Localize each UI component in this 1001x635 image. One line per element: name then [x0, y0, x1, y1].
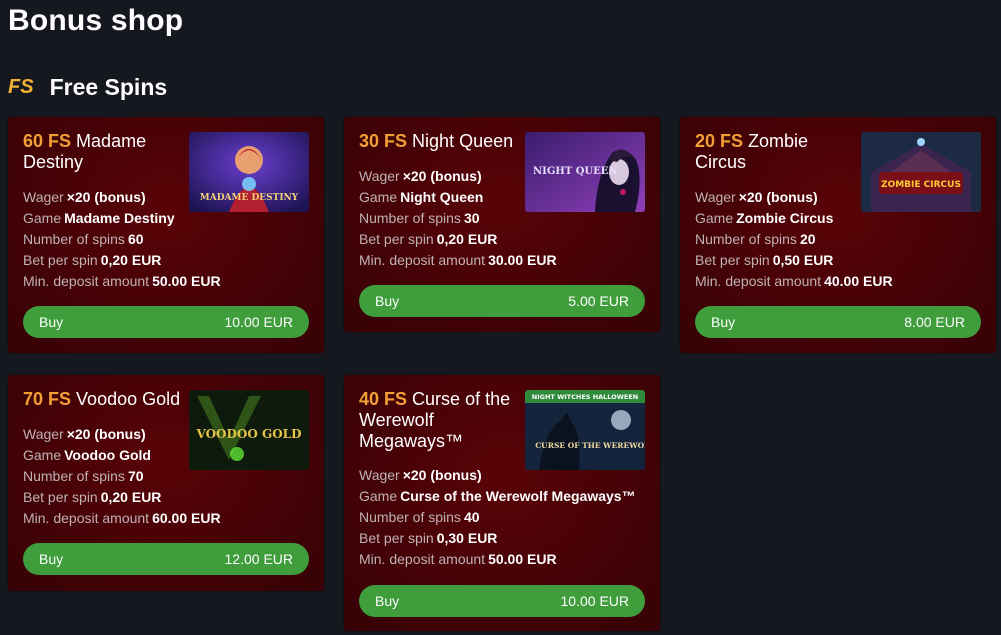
game-row: Game Zombie Circus — [695, 210, 834, 226]
wager-row: Wager ×20 (bonus) — [359, 168, 482, 184]
buy-label: Buy — [375, 293, 400, 309]
wager-row: Wager ×20 (bonus) — [23, 426, 146, 442]
spins-row: Number of spins 30 — [359, 210, 480, 226]
offer-details: Wager ×20 (bonus) Game Curse of the Werewo… — [359, 465, 649, 570]
thumbnail-banner-text: NIGHT WITCHES HALLOWEEN — [532, 393, 639, 401]
section-title: Free Spins — [49, 73, 168, 100]
buy-button[interactable]: Buy 8.00 EUR — [695, 306, 981, 338]
buy-price: 5.00 EUR — [568, 293, 629, 309]
wager-row: Wager ×20 (bonus) — [23, 189, 146, 205]
deposit-row: Min. deposit amount 50.00 EUR — [359, 551, 557, 567]
offer-card-voodoo-gold: 70 FS Voodoo Gold VOODOO GOLD Wager ×20 (… — [8, 375, 324, 591]
offer-fs-count: 60 FS — [23, 131, 72, 151]
offer-name: Night Queen — [412, 131, 514, 151]
wager-row: Wager ×20 (bonus) — [695, 189, 818, 205]
buy-label: Buy — [711, 314, 736, 330]
buy-button[interactable]: Buy 5.00 EUR — [359, 285, 645, 317]
free-spins-icon: FS — [8, 75, 34, 98]
bet-row: Bet per spin 0,20 EUR — [359, 231, 498, 247]
offer-name: Voodoo Gold — [76, 389, 181, 409]
buy-price: 8.00 EUR — [904, 314, 965, 330]
offer-fs-count: 30 FS — [359, 131, 408, 151]
buy-button[interactable]: Buy 10.00 EUR — [23, 306, 309, 338]
offer-title: 20 FS Zombie Circus — [695, 131, 853, 173]
offer-card-zombie-circus: 20 FS Zombie Circus ZOMBIE CIRCUS Wager ×… — [680, 117, 996, 353]
bet-row: Bet per spin 0,20 EUR — [23, 252, 162, 268]
bonus-shop-page: Bonus shop FS Free Spins 60 FS Madame De… — [0, 0, 1001, 635]
deposit-row: Min. deposit amount 60.00 EUR — [23, 510, 221, 526]
offer-details: Wager ×20 (bonus) Game Madame Destiny Numb… — [23, 187, 313, 292]
deposit-row: Min. deposit amount 50.00 EUR — [23, 273, 221, 289]
offer-title: 70 FS Voodoo Gold — [23, 389, 181, 410]
offer-fs-count: 70 FS — [23, 389, 72, 409]
buy-label: Buy — [39, 314, 64, 330]
offer-details: Wager ×20 (bonus) Game Voodoo Gold Number … — [23, 424, 313, 529]
game-row: Game Night Queen — [359, 189, 484, 205]
spins-row: Number of spins 60 — [23, 231, 144, 247]
bet-row: Bet per spin 0,20 EUR — [23, 489, 162, 505]
spins-row: Number of spins 20 — [695, 231, 816, 247]
buy-button[interactable]: Buy 10.00 EUR — [359, 585, 645, 617]
free-spins-section-header: FS Free Spins — [8, 72, 167, 102]
offer-details: Wager ×20 (bonus) Game Zombie Circus Numbe… — [695, 187, 985, 292]
offer-fs-count: 20 FS — [695, 131, 744, 151]
offer-card-curse-of-the-werewolf: 40 FS Curse of the Werewolf Megaways™ NI… — [344, 375, 660, 631]
wager-row: Wager ×20 (bonus) — [359, 467, 482, 483]
spins-row: Number of spins 70 — [23, 468, 144, 484]
offer-card-night-queen: 30 FS Night Queen NIGHT QUEEN Wager ×20 (… — [344, 117, 660, 332]
offer-title: 60 FS Madame Destiny — [23, 131, 181, 173]
game-row: Game Voodoo Gold — [23, 447, 151, 463]
buy-price: 10.00 EUR — [224, 314, 293, 330]
thumbnail-logo-text: CURSE OF THE WEREWOLF — [535, 441, 645, 450]
deposit-row: Min. deposit amount 30.00 EUR — [359, 252, 557, 268]
buy-label: Buy — [39, 551, 64, 567]
game-row: Game Madame Destiny — [23, 210, 175, 226]
buy-label: Buy — [375, 593, 400, 609]
game-row: Game Curse of the Werewolf Megaways™ — [359, 488, 636, 504]
deposit-row: Min. deposit amount 40.00 EUR — [695, 273, 893, 289]
offer-details: Wager ×20 (bonus) Game Night Queen Number … — [359, 166, 649, 271]
spins-row: Number of spins 40 — [359, 509, 480, 525]
offer-title: 30 FS Night Queen — [359, 131, 517, 152]
page-title: Bonus shop — [8, 4, 184, 37]
buy-price: 10.00 EUR — [560, 593, 629, 609]
offer-card-madame-destiny: 60 FS Madame Destiny MADAME DESTINY Wage… — [8, 117, 324, 353]
buy-price: 12.00 EUR — [224, 551, 293, 567]
bet-row: Bet per spin 0,50 EUR — [695, 252, 834, 268]
buy-button[interactable]: Buy 12.00 EUR — [23, 543, 309, 575]
game-thumbnail-curse-of-the-werewolf[interactable]: NIGHT WITCHES HALLOWEEN CURSE OF THE WER… — [525, 390, 645, 470]
offer-title: 40 FS Curse of the Werewolf Megaways™ — [359, 389, 517, 452]
bet-row: Bet per spin 0,30 EUR — [359, 530, 498, 546]
offer-fs-count: 40 FS — [359, 389, 408, 409]
